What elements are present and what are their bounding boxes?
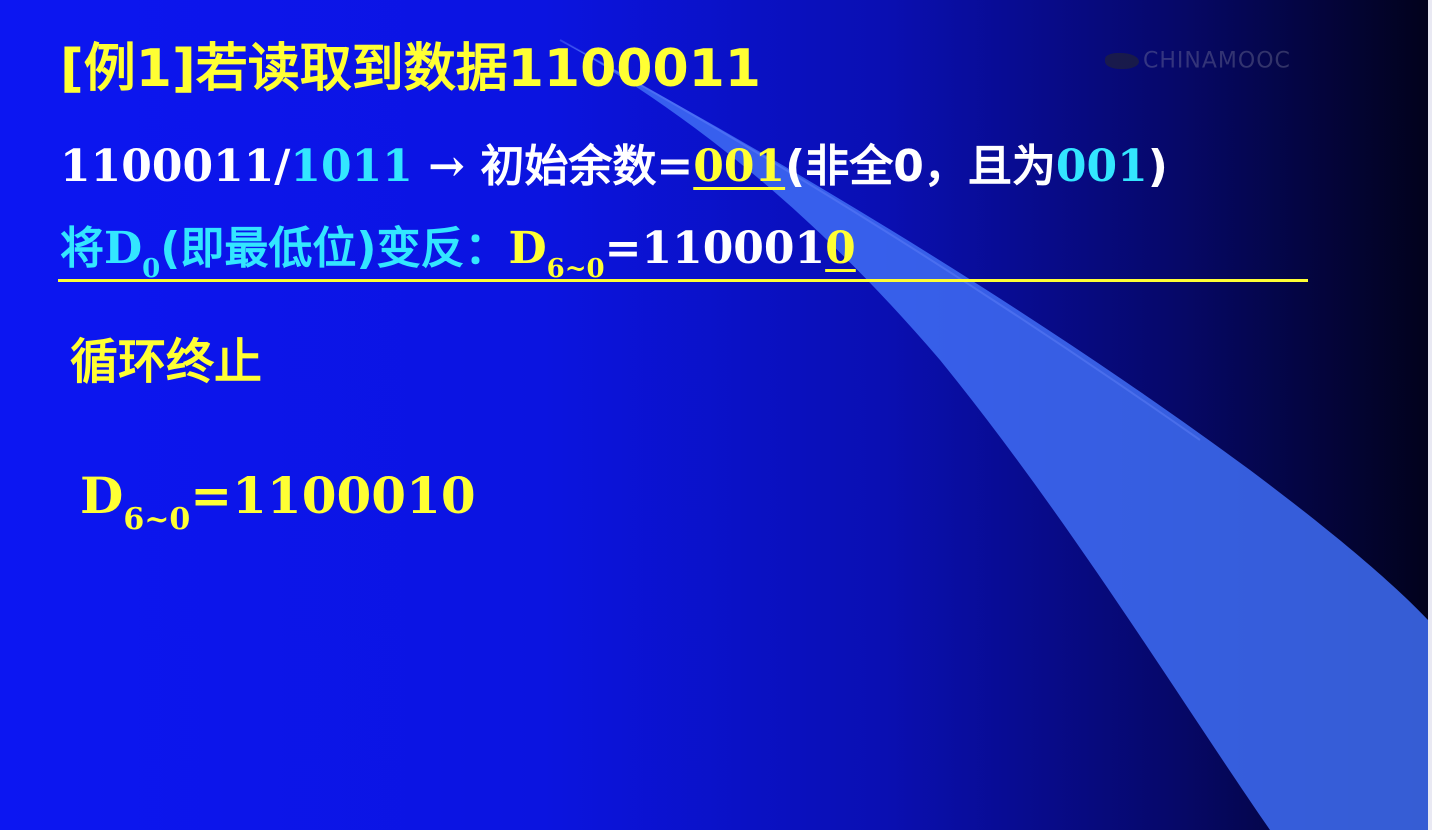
remainder-value: 001 xyxy=(693,141,786,192)
flip-prefix: 将D xyxy=(60,223,143,274)
watermark-logo: CHINAMOOC xyxy=(1105,48,1320,74)
arrow: → xyxy=(412,141,481,192)
bird-icon xyxy=(1105,53,1139,69)
flip-bit-line: 将D0(即最低位)变反：D6~0=1100010 xyxy=(60,212,856,284)
flip-mid: (即最低位)变反： xyxy=(160,223,509,274)
divisor: 1011 xyxy=(290,141,413,192)
division-line: 1100011/1011 → 初始余数=001(非全0，且为001) xyxy=(60,130,1168,194)
watermark-text: CHINAMOOC xyxy=(1143,48,1291,74)
flipped-bit: 0 xyxy=(825,223,856,274)
slide: CHINAMOOC [例1]若读取到数据1100011 1100011/1011… xyxy=(0,0,1428,830)
note-open: (非全0，且为 xyxy=(785,141,1056,192)
result-d: D xyxy=(508,223,547,274)
decorative-swoosh xyxy=(559,39,1428,830)
result-bits: =110001 xyxy=(604,223,826,274)
window-edge xyxy=(1428,0,1432,830)
dividend: 1100011/ xyxy=(60,141,291,192)
loop-terminate-text: 循环终止 xyxy=(70,334,263,390)
final-subscript: 6~0 xyxy=(123,502,191,537)
final-d: D xyxy=(80,466,124,525)
final-result: D6~0=1100010 xyxy=(80,466,476,537)
divider-rule xyxy=(58,279,1308,282)
remainder-label: 初始余数= xyxy=(480,141,694,192)
final-value: =1100010 xyxy=(190,466,476,525)
note-close: ) xyxy=(1147,141,1168,192)
note-value: 001 xyxy=(1055,141,1148,192)
slide-title: [例1]若读取到数据1100011 xyxy=(60,39,761,99)
